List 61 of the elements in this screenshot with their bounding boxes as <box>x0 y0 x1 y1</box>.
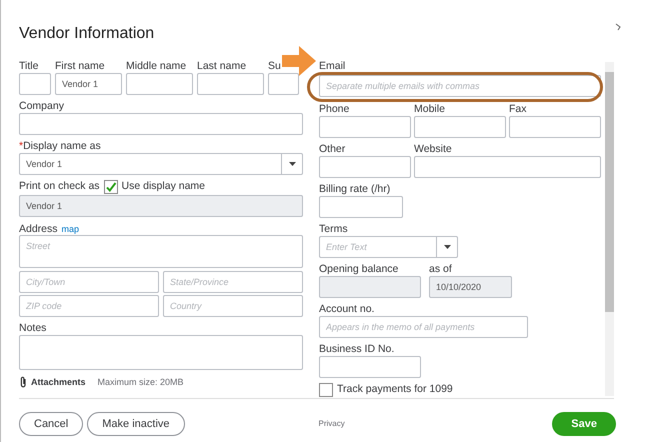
input-field[interactable] <box>268 73 299 95</box>
checkbox-label: Track payments for 1099 <box>337 382 453 397</box>
input-field[interactable] <box>19 73 51 95</box>
field-label: Su <box>268 60 281 72</box>
field-label: Email <box>319 60 346 72</box>
scrollbar-thumb[interactable] <box>605 72 614 312</box>
field-label: Fax <box>509 103 527 115</box>
field-label: Company <box>19 100 64 112</box>
dropdown-field[interactable]: Enter Text <box>319 236 436 258</box>
field-label: Business ID No. <box>319 343 394 355</box>
field-label: Phone <box>319 103 350 115</box>
privacy-link[interactable]: Privacy <box>318 418 345 430</box>
field-label: Title <box>19 60 38 72</box>
input-field[interactable] <box>414 156 601 178</box>
dialog-title: Vendor Information <box>19 24 154 44</box>
input-field[interactable]: State/Province <box>163 271 303 293</box>
map-link[interactable]: map <box>62 223 80 236</box>
field-label: Mobile <box>414 103 445 115</box>
input-field[interactable] <box>319 196 403 218</box>
scrollbar-track[interactable] <box>605 62 614 396</box>
input-field[interactable]: City/Town <box>19 271 159 293</box>
attachments-link[interactable]: Attachments <box>31 376 86 390</box>
input-field[interactable]: Street <box>19 235 303 268</box>
input-field[interactable] <box>197 73 264 95</box>
field-label: Print on check as <box>19 179 100 194</box>
dropdown-button[interactable] <box>436 236 458 258</box>
field-label: Billing rate (/hr) <box>319 183 390 195</box>
field-label: First name <box>55 60 105 72</box>
field-label: Address <box>19 222 58 237</box>
field-label: Opening balance <box>319 263 398 275</box>
input-field[interactable]: ZIP code <box>19 295 159 317</box>
input-field[interactable] <box>19 113 303 135</box>
input-field[interactable] <box>126 73 193 95</box>
required-mark: * <box>19 140 24 152</box>
dropdown-button[interactable] <box>281 153 303 175</box>
input-field[interactable] <box>319 116 411 138</box>
field-label: Middle name <box>126 60 186 72</box>
field-label: Account no. <box>319 303 374 315</box>
checkbox-label: Use display name <box>122 179 206 194</box>
input-field[interactable] <box>509 116 601 138</box>
caret-icon <box>288 162 296 166</box>
size-limit-note: Maximum size: 20MB <box>98 376 184 390</box>
input-field[interactable] <box>319 156 411 178</box>
notes-field[interactable] <box>19 335 303 370</box>
input-field[interactable]: Country <box>163 295 303 317</box>
field-label: Terms <box>319 223 348 235</box>
field-label: Other <box>319 143 346 155</box>
input-field[interactable] <box>319 356 421 378</box>
field-label: Last name <box>197 60 246 72</box>
input-field[interactable]: Separate multiple emails with commas <box>319 75 601 97</box>
caret-icon <box>444 245 450 249</box>
arrow-icon <box>282 46 316 76</box>
dropdown-field[interactable]: Vendor 1 <box>19 153 281 175</box>
field-label: Website <box>414 143 452 155</box>
cancel-button[interactable]: Cancel <box>19 412 84 436</box>
field-label: Notes <box>19 322 46 334</box>
input-field[interactable] <box>414 116 506 138</box>
field-label-text: Display name as <box>23 140 101 152</box>
field-label: as of <box>429 263 452 275</box>
checkbox[interactable] <box>319 382 333 397</box>
input-field[interactable]: Vendor 1 <box>55 73 122 95</box>
